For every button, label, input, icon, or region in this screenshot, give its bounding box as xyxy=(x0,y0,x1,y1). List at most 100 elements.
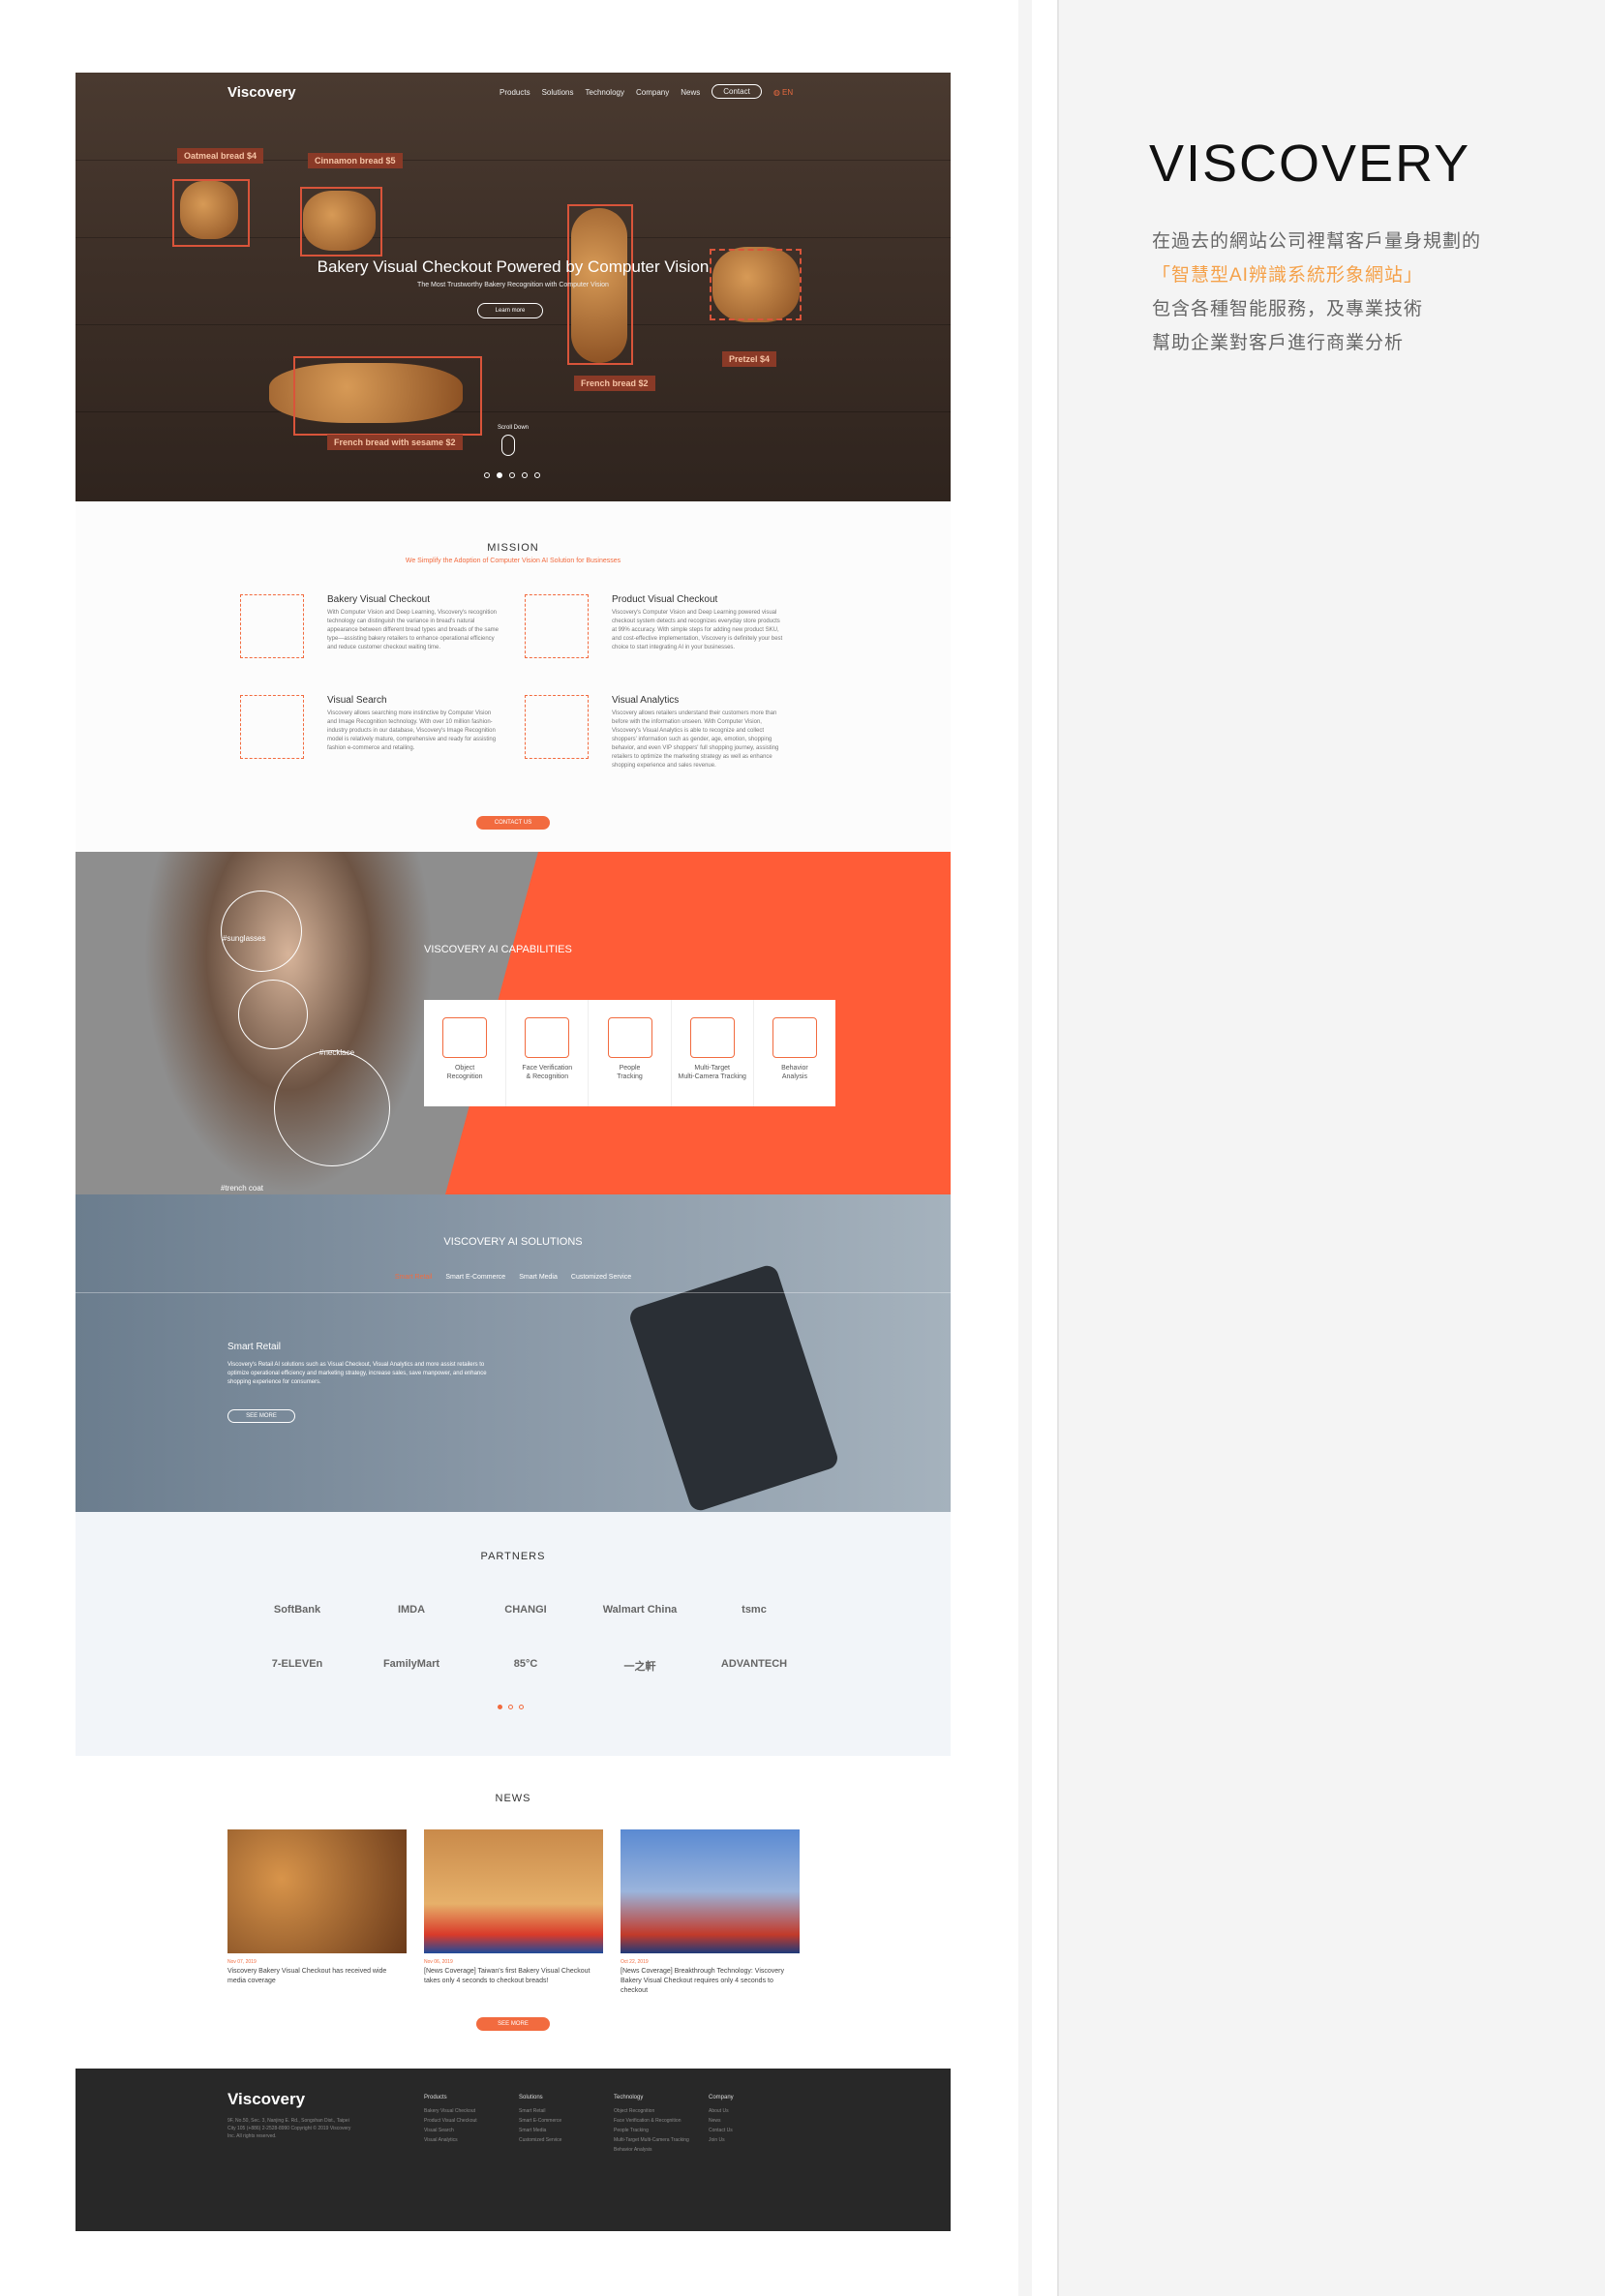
carousel-dot[interactable] xyxy=(522,472,528,478)
footer-link[interactable]: Visual Analytics xyxy=(424,2135,501,2145)
footer-column-company: Company About Us News Contact Us Join Us xyxy=(709,2095,786,2145)
solution-heading: Smart Retail xyxy=(227,1342,282,1352)
language-label: EN xyxy=(782,88,794,97)
pagination-dot[interactable] xyxy=(508,1705,513,1709)
news-card[interactable]: Nov 06, 2019 [News Coverage] Taiwan's fi… xyxy=(424,1829,603,1986)
footer-link[interactable]: Product Visual Checkout xyxy=(424,2116,501,2126)
news-date: Oct 22, 2019 xyxy=(621,1959,649,1965)
hero-subtitle: The Most Trustworthy Bakery Recognition … xyxy=(417,282,609,288)
footer-address: 9F, No.50, Sec. 3, Nanjing E. Rd., Songs… xyxy=(227,2118,351,2139)
footer-logo[interactable]: Viscovery xyxy=(227,2090,305,2109)
carousel-dot[interactable] xyxy=(484,472,490,478)
price-tag: French bread $2 xyxy=(574,376,655,391)
partners-title: PARTNERS xyxy=(480,1551,546,1562)
mission-section: MISSION We Simplify the Adoption of Comp… xyxy=(76,501,951,852)
solution-desc: Viscovery's Retail AI solutions such as … xyxy=(227,1362,487,1385)
price-tag: French bread with sesame $2 xyxy=(327,435,463,450)
news-date: Nov 06, 2019 xyxy=(424,1959,453,1965)
footer-link[interactable]: Bakery Visual Checkout xyxy=(424,2106,501,2116)
footer-link[interactable]: About Us xyxy=(709,2106,786,2116)
solutions-title: VISCOVERY AI SOLUTIONS xyxy=(443,1236,583,1248)
focus-circle xyxy=(221,891,302,972)
brand-description: 在過去的網站公司裡幫客戶量身規劃的 「智慧型AI辨識系統形象網站」 包含各種智能… xyxy=(1152,225,1481,360)
feature-desc: Viscovery's Computer Vision and Deep Lea… xyxy=(612,610,783,650)
footer-link[interactable]: Join Us xyxy=(709,2135,786,2145)
solutions-section: VISCOVERY AI SOLUTIONS Smart Retail Smar… xyxy=(76,1194,951,1514)
hero-section: Viscovery Products Solutions Technology … xyxy=(76,73,951,501)
footer-link[interactable]: Customized Service xyxy=(519,2135,596,2145)
partner-logo: SoftBank xyxy=(273,1604,321,1616)
capability-label: Multi-Target xyxy=(694,1065,730,1072)
presentation-canvas: VISCOVERY 在過去的網站公司裡幫客戶量身規劃的 「智慧型AI辨識系統形象… xyxy=(0,0,1605,2296)
news-card[interactable]: Nov 07, 2019 Viscovery Bakery Visual Che… xyxy=(227,1829,407,1986)
detection-box xyxy=(172,179,250,247)
footer: Viscovery 9F, No.50, Sec. 3, Nanjing E. … xyxy=(76,2069,951,2231)
language-switch[interactable]: ◍ EN xyxy=(773,88,793,99)
capability-face-verification[interactable]: Face Verification & Recognition xyxy=(506,1000,590,1106)
partner-logo: tsmc xyxy=(742,1604,767,1616)
tab-customized-service[interactable]: Customized Service xyxy=(571,1274,631,1281)
tab-smart-ecommerce[interactable]: Smart E-Commerce xyxy=(445,1274,505,1281)
footer-heading: Company xyxy=(709,2095,734,2100)
nav-company[interactable]: Company xyxy=(636,88,669,99)
footer-link[interactable]: Visual Search xyxy=(424,2126,501,2135)
news-title: NEWS xyxy=(495,1793,531,1804)
news-image xyxy=(424,1829,603,1953)
footer-link[interactable]: Smart Retail xyxy=(519,2106,596,2116)
capability-object-recognition[interactable]: Object Recognition xyxy=(424,1000,507,1106)
pagination-dot-active[interactable] xyxy=(498,1705,502,1709)
footer-link[interactable]: Face Verification & Recognition xyxy=(614,2116,691,2126)
feature-desc: With Computer Vision and Deep Learning, … xyxy=(327,610,500,650)
top-nav: Products Solutions Technology Company Ne… xyxy=(500,84,793,99)
contact-button[interactable]: Contact xyxy=(712,84,762,99)
footer-link[interactable]: People Tracking xyxy=(614,2126,691,2135)
nav-products[interactable]: Products xyxy=(500,88,530,99)
feature-desc: Viscovery allows searching more instinct… xyxy=(327,710,497,751)
footer-column-solutions: Solutions Smart Retail Smart E-Commerce … xyxy=(519,2095,596,2145)
news-headline: [News Coverage] Breakthrough Technology:… xyxy=(621,1968,784,1994)
capability-behavior[interactable]: Behavior Analysis xyxy=(754,1000,835,1106)
see-more-button[interactable]: SEE MORE xyxy=(227,1409,295,1423)
hero-title: Bakery Visual Checkout Powered by Comput… xyxy=(317,257,710,276)
pagination-dot[interactable] xyxy=(519,1705,524,1709)
tab-smart-retail[interactable]: Smart Retail xyxy=(395,1274,433,1281)
site-logo[interactable]: Viscovery xyxy=(227,84,296,101)
nav-news[interactable]: News xyxy=(681,88,700,99)
contact-us-button[interactable]: CONTACT US xyxy=(476,816,550,830)
carousel-dot-active[interactable] xyxy=(497,472,502,478)
see-more-news-button[interactable]: SEE MORE xyxy=(476,2017,550,2031)
mouse-icon[interactable] xyxy=(501,435,515,456)
capability-multi-target[interactable]: Multi-Target Multi-Camera Tracking xyxy=(672,1000,754,1106)
footer-link[interactable]: Object Recognition xyxy=(614,2106,691,2116)
partner-logo: FamilyMart xyxy=(382,1658,440,1670)
footer-link[interactable]: Smart Media xyxy=(519,2126,596,2135)
desc-line: 在過去的網站公司裡幫客戶量身規劃的 xyxy=(1152,231,1482,252)
feature-search: Visual Search Viscovery allows searching… xyxy=(240,695,530,792)
partner-logo-row: 7-ELEVEn FamilyMart 85°C 一之軒 ADVANTECH xyxy=(240,1658,811,1674)
news-image xyxy=(227,1829,407,1953)
tab-smart-media[interactable]: Smart Media xyxy=(519,1274,558,1281)
capability-label: & Recognition xyxy=(526,1073,569,1080)
capability-label: Face Verification xyxy=(522,1065,573,1072)
capability-label: Object xyxy=(454,1065,475,1072)
learn-more-button[interactable]: Learn more xyxy=(477,303,543,318)
footer-link[interactable]: Contact Us xyxy=(709,2126,786,2135)
capability-people-tracking[interactable]: People Tracking xyxy=(589,1000,672,1106)
feature-product: Product Visual Checkout Viscovery's Comp… xyxy=(525,594,815,681)
nav-solutions[interactable]: Solutions xyxy=(542,88,574,99)
footer-link[interactable]: Behavior Analysis xyxy=(614,2145,691,2155)
capabilities-section: #sunglasses #necklace #trench coat VISCO… xyxy=(76,852,951,1194)
news-card[interactable]: Oct 22, 2019 [News Coverage] Breakthroug… xyxy=(621,1829,800,1996)
walking-person-icon xyxy=(607,1017,652,1058)
shopping-cart-icon xyxy=(772,1017,817,1058)
footer-link[interactable]: Smart E-Commerce xyxy=(519,2116,596,2126)
footer-link[interactable]: Multi-Target Multi-Camera Tracking xyxy=(614,2135,691,2145)
bread-icon xyxy=(240,594,304,658)
divider xyxy=(1018,0,1032,2296)
nav-technology[interactable]: Technology xyxy=(586,88,624,99)
carousel-dot[interactable] xyxy=(534,472,540,478)
footer-link[interactable]: News xyxy=(709,2116,786,2126)
tab-divider xyxy=(76,1292,951,1293)
carousel-dot[interactable] xyxy=(509,472,515,478)
carousel-dots xyxy=(484,472,540,478)
